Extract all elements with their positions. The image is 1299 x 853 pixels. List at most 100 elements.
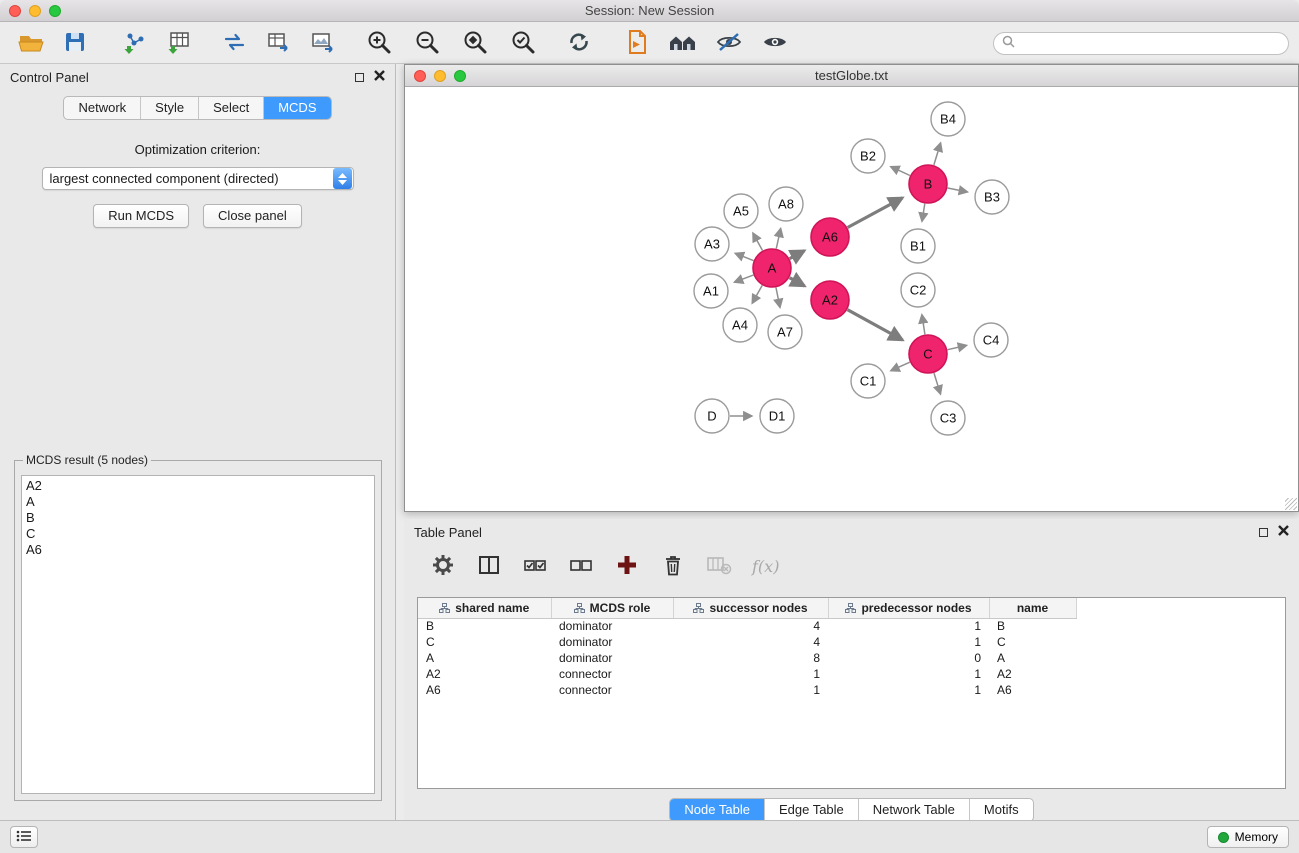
graph-edge-C-C2[interactable]: [922, 315, 925, 335]
resize-grip[interactable]: [1285, 498, 1297, 510]
column-header-predecessor-nodes[interactable]: predecessor nodes: [828, 598, 989, 618]
tab-network-table[interactable]: Network Table: [858, 799, 969, 821]
home-icon: [668, 30, 698, 57]
search-input[interactable]: [1020, 37, 1280, 51]
double-arrow-icon: [222, 30, 248, 57]
table-header-row: shared name MCDS role successor nodes pr…: [418, 598, 1285, 618]
hide-graphics-details-button[interactable]: [714, 28, 744, 58]
unselect-all-button[interactable]: [568, 553, 594, 579]
open-session-button[interactable]: [16, 28, 46, 58]
split-column-icon: [477, 553, 501, 580]
zoom-out-icon: [414, 29, 440, 58]
graph-edge-A-A2[interactable]: [790, 278, 805, 286]
graph-edge-A-A6[interactable]: [790, 251, 805, 259]
graph-node-label: A1: [703, 284, 719, 299]
column-header-name[interactable]: name: [989, 598, 1076, 618]
column-header-successor-nodes[interactable]: successor nodes: [673, 598, 828, 618]
graph-node-label: A5: [733, 204, 749, 219]
zoom-selected-button[interactable]: [508, 28, 538, 58]
open-folder-icon: [18, 30, 44, 57]
column-header-mcds-role[interactable]: MCDS role: [551, 598, 673, 618]
graph-node-label: A: [768, 261, 777, 276]
close-panel-button[interactable]: Close panel: [203, 204, 302, 228]
list-item[interactable]: A6: [26, 542, 370, 558]
zoom-out-button[interactable]: [412, 28, 442, 58]
add-column-button[interactable]: [614, 553, 640, 579]
delete-column-button[interactable]: [660, 553, 686, 579]
graph-edge-C-C1[interactable]: [891, 362, 910, 371]
list-item[interactable]: B: [26, 510, 370, 526]
column-type-icon: [574, 603, 585, 613]
tab-motifs[interactable]: Motifs: [969, 799, 1033, 821]
network-graph[interactable]: B4B2BB3A5A8A6B1A3AC2A1A2A4A7C4CC1C3DD1: [405, 87, 1298, 511]
home-button[interactable]: [668, 28, 698, 58]
export-table-button[interactable]: [264, 28, 294, 58]
table-row[interactable]: Adominator80A: [418, 650, 1285, 666]
show-graphics-details-button[interactable]: [760, 28, 790, 58]
optimization-criterion-label: Optimization criterion:: [0, 142, 395, 157]
select-all-button[interactable]: [522, 553, 548, 579]
tab-mcds[interactable]: MCDS: [263, 97, 330, 119]
save-session-button[interactable]: [60, 28, 90, 58]
graph-edge-A2-C[interactable]: [848, 310, 903, 340]
tab-edge-table[interactable]: Edge Table: [764, 799, 858, 821]
zoom-fit-button[interactable]: [460, 28, 490, 58]
tab-style[interactable]: Style: [140, 97, 198, 119]
graph-edge-B-B4[interactable]: [934, 143, 941, 165]
graph-node-label: A8: [778, 197, 794, 212]
close-table-panel-icon[interactable]: [1278, 523, 1289, 541]
import-network-button[interactable]: [120, 28, 150, 58]
float-panel-icon[interactable]: [355, 73, 364, 82]
column-type-icon: [845, 603, 856, 613]
table-settings-button[interactable]: [430, 553, 456, 579]
criterion-dropdown[interactable]: largest connected component (directed): [42, 167, 354, 190]
mcds-result-list[interactable]: A2 A B C A6: [21, 475, 375, 794]
split-column-button[interactable]: [476, 553, 502, 579]
table-row[interactable]: Cdominator41C: [418, 634, 1285, 650]
graph-edge-A-A4[interactable]: [752, 285, 762, 303]
network-window-titlebar[interactable]: testGlobe.txt: [405, 65, 1298, 87]
zoom-fit-icon: [462, 29, 488, 58]
search-box: [993, 32, 1289, 55]
apply-layout-button[interactable]: [564, 28, 594, 58]
import-document-button[interactable]: [622, 28, 652, 58]
tab-select[interactable]: Select: [198, 97, 263, 119]
run-mcds-button[interactable]: Run MCDS: [93, 204, 189, 228]
graph-edge-B-B3[interactable]: [948, 188, 968, 192]
table-row[interactable]: A6connector11A6: [418, 682, 1285, 698]
memory-button[interactable]: Memory: [1207, 826, 1289, 848]
graph-node-label: B3: [984, 190, 1000, 205]
column-type-icon: [693, 603, 704, 613]
import-table-button[interactable]: [164, 28, 194, 58]
graph-edge-A-A8[interactable]: [776, 228, 780, 248]
node-table[interactable]: shared name MCDS role successor nodes pr…: [417, 597, 1286, 789]
function-builder-button[interactable]: f(x): [752, 553, 779, 579]
table-row[interactable]: A2connector11A2: [418, 666, 1285, 682]
graph-edge-C-C3[interactable]: [934, 373, 941, 394]
float-table-panel-icon[interactable]: [1259, 528, 1268, 537]
column-header-shared-name[interactable]: shared name: [418, 598, 551, 618]
task-history-button[interactable]: [10, 826, 38, 848]
list-item[interactable]: A2: [26, 478, 370, 494]
graph-edge-C-C4[interactable]: [948, 345, 967, 349]
graph-edge-A-A5[interactable]: [753, 233, 763, 250]
graph-edge-A-A7[interactable]: [776, 288, 780, 308]
network-canvas[interactable]: B4B2BB3A5A8A6B1A3AC2A1A2A4A7C4CC1C3DD1: [405, 87, 1298, 511]
graph-edge-A6-B[interactable]: [848, 198, 903, 228]
tab-network[interactable]: Network: [64, 97, 140, 119]
main-toolbar: [0, 23, 1299, 64]
mcds-result-fieldset: MCDS result (5 nodes) A2 A B C A6: [14, 453, 382, 801]
graph-edge-A-A3[interactable]: [735, 253, 753, 260]
graph-edge-B-B1[interactable]: [922, 204, 925, 222]
close-panel-icon[interactable]: [374, 68, 385, 86]
list-item[interactable]: C: [26, 526, 370, 542]
export-image-button[interactable]: [308, 28, 338, 58]
zoom-in-button[interactable]: [364, 28, 394, 58]
graph-edge-B-B2[interactable]: [891, 167, 910, 176]
graph-node-label: B4: [940, 112, 956, 127]
tab-node-table[interactable]: Node Table: [670, 799, 764, 821]
table-row[interactable]: Bdominator41B: [418, 618, 1285, 634]
graph-edge-A-A1[interactable]: [734, 275, 753, 282]
list-item[interactable]: A: [26, 494, 370, 510]
clone-network-button[interactable]: [220, 28, 250, 58]
